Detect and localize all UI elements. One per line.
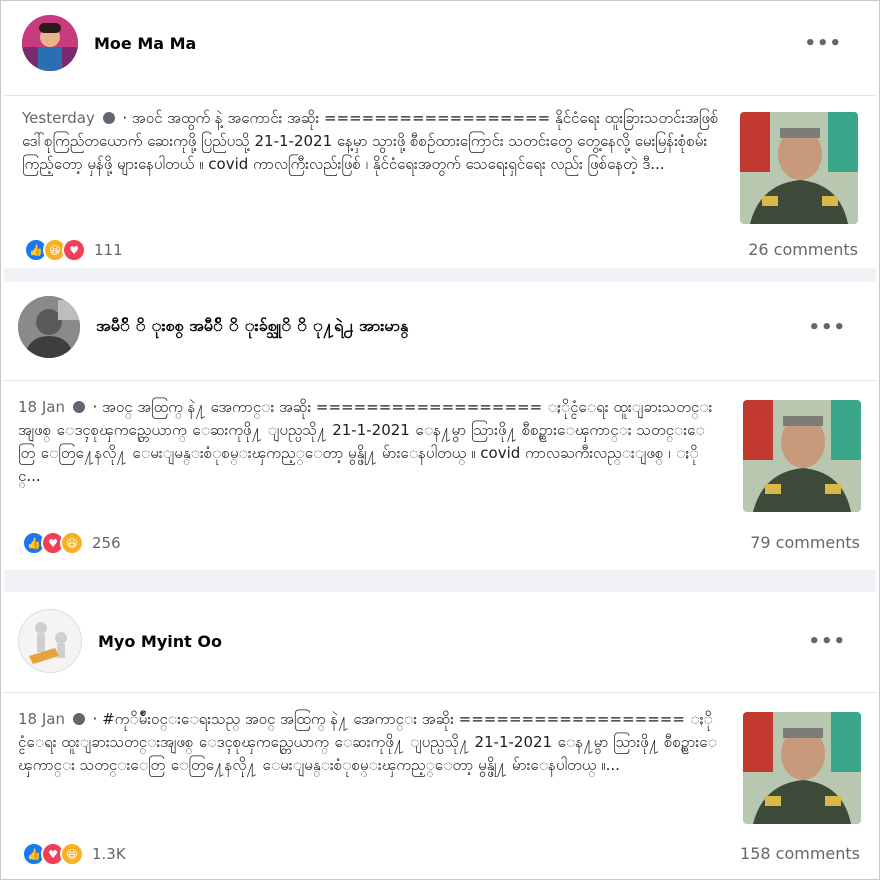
post-separator bbox=[4, 268, 876, 282]
post-body: 18 Jan · အဝင္ အထြက္ နဲ႔ အေကာင္း အဆိုး ==… bbox=[0, 388, 880, 518]
post-header: အမီ်ိ ိ ုးစစ္ အမီ်ိ ိ ုးခ်စ္သူိ ိ ု႔ရဲ႕ … bbox=[0, 296, 880, 358]
reaction-count: 256 bbox=[92, 534, 121, 552]
comments-link[interactable]: 79 comments bbox=[750, 533, 860, 552]
haha-icon: 😆 bbox=[60, 531, 84, 555]
love-icon: ♥ bbox=[62, 238, 86, 262]
post-body: Yesterday · အဝင် အထွက် နဲ့ အကောင်း အဆိုး… bbox=[0, 103, 880, 224]
more-options-button[interactable]: ••• bbox=[808, 317, 846, 338]
post-content: · #ကုိမ်ဳိးဝင္းေရးသည္ အဝင္ အထြက္ နဲ႔ အေက… bbox=[18, 710, 717, 774]
divider bbox=[4, 380, 876, 381]
post-timestamp[interactable]: 18 Jan bbox=[18, 398, 65, 416]
avatar-photo-icon bbox=[22, 15, 78, 71]
post-content: · အဝင္ အထြက္ နဲ႔ အေကာင္း အဆိုး =========… bbox=[18, 398, 713, 485]
globe-icon bbox=[72, 713, 85, 725]
author-name[interactable]: Myo Myint Oo bbox=[98, 632, 222, 651]
divider bbox=[4, 692, 876, 693]
more-options-button[interactable]: ••• bbox=[804, 33, 842, 54]
reaction-count: 111 bbox=[94, 241, 123, 259]
author-name[interactable]: Moe Ma Ma bbox=[94, 34, 196, 53]
reaction-summary[interactable]: 👍 😆 ♥ 111 bbox=[24, 238, 123, 262]
post-footer: 👍 😆 ♥ 111 26 comments bbox=[0, 234, 880, 264]
avatar-illustration-icon bbox=[19, 610, 81, 672]
post-text[interactable]: 18 Jan · #ကုိမ်ဳိးဝင္းေရးသည္ အဝင္ အထြက္ … bbox=[18, 708, 718, 804]
post-separator bbox=[4, 570, 876, 592]
comments-link[interactable]: 26 comments bbox=[748, 240, 858, 259]
reaction-count: 1.3K bbox=[92, 845, 126, 863]
post-thumbnail[interactable] bbox=[743, 712, 861, 824]
officer-photo-icon bbox=[740, 112, 858, 224]
avatar[interactable] bbox=[22, 15, 78, 71]
post-thumbnail[interactable] bbox=[743, 400, 861, 512]
officer-photo-icon bbox=[743, 712, 861, 824]
author-name[interactable]: အမီ်ိ ိ ုးစစ္ အမီ်ိ ိ ုးခ်စ္သူိ ိ ု႔ရဲ႕ … bbox=[96, 315, 408, 339]
comments-link[interactable]: 158 comments bbox=[740, 844, 860, 863]
reaction-summary[interactable]: 👍 ♥ 😆 1.3K bbox=[22, 842, 126, 866]
avatar[interactable] bbox=[18, 609, 82, 673]
globe-icon bbox=[102, 112, 115, 124]
post-thumbnail[interactable] bbox=[740, 112, 858, 224]
post-timestamp[interactable]: Yesterday bbox=[22, 109, 95, 127]
post-text[interactable]: 18 Jan · အဝင္ အထြက္ နဲ႔ အေကာင္း အဆိုး ==… bbox=[18, 396, 718, 492]
post-footer: 👍 ♥ 😆 256 79 comments bbox=[0, 527, 880, 557]
reaction-summary[interactable]: 👍 ♥ 😆 256 bbox=[22, 531, 121, 555]
globe-icon bbox=[72, 401, 85, 413]
post-header: Myo Myint Oo ••• bbox=[0, 609, 880, 673]
post-content: · အဝင် အထွက် နဲ့ အကောင်း အဆိုး =========… bbox=[22, 109, 719, 173]
officer-photo-icon bbox=[743, 400, 861, 512]
post-text[interactable]: Yesterday · အဝင် အထွက် နဲ့ အကောင်း အဆိုး… bbox=[22, 107, 722, 203]
post-timestamp[interactable]: 18 Jan bbox=[18, 710, 65, 728]
haha-icon: 😆 bbox=[60, 842, 84, 866]
divider bbox=[4, 95, 876, 96]
post-body: 18 Jan · #ကုိမ်ဳိးဝင္းေရးသည္ အဝင္ အထြက္ … bbox=[0, 700, 880, 830]
post-footer: 👍 ♥ 😆 1.3K 158 comments bbox=[0, 840, 880, 870]
post-header: Moe Ma Ma ••• bbox=[0, 14, 880, 72]
more-options-button[interactable]: ••• bbox=[808, 631, 846, 652]
avatar[interactable] bbox=[18, 296, 80, 358]
avatar-photo-icon bbox=[18, 296, 80, 358]
